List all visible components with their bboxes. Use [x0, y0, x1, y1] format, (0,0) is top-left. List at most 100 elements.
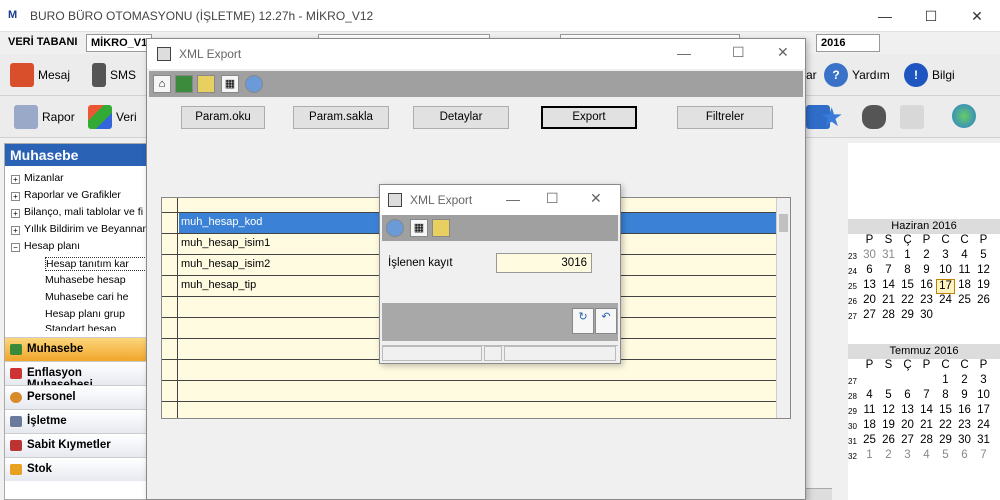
details-button[interactable]: Detaylar	[413, 106, 509, 129]
grid-icon[interactable]	[900, 105, 924, 129]
day-cell[interactable]: 6	[898, 389, 917, 404]
day-cell[interactable]: 13	[860, 279, 879, 294]
day-cell[interactable]: 16	[917, 279, 936, 294]
day-cell[interactable]: 23	[917, 294, 936, 309]
day-cell[interactable]: 26	[974, 294, 993, 309]
day-cell[interactable]: 8	[936, 389, 955, 404]
day-cell[interactable]	[860, 374, 879, 389]
expand-icon[interactable]: +	[11, 209, 20, 218]
day-cell[interactable]: 13	[898, 404, 917, 419]
day-cell[interactable]: 5	[974, 249, 993, 264]
day-cell[interactable]	[955, 309, 974, 324]
help-icon[interactable]	[386, 219, 404, 237]
day-cell[interactable]: 24	[936, 294, 955, 309]
tree-item[interactable]: + Mizanlar	[11, 172, 147, 184]
day-cell[interactable]: 3	[936, 249, 955, 264]
day-cell[interactable]: 21	[917, 419, 936, 434]
subtree-item[interactable]: Standart hesap	[45, 323, 147, 331]
day-cell[interactable]: 18	[955, 279, 974, 294]
grid-scrollbar[interactable]	[776, 198, 790, 418]
day-cell[interactable]: 16	[955, 404, 974, 419]
export-button[interactable]: Export	[541, 106, 637, 129]
day-cell[interactable]	[879, 374, 898, 389]
day-cell[interactable]: 19	[974, 279, 993, 294]
day-cell[interactable]: 19	[879, 419, 898, 434]
collapse-icon[interactable]: −	[11, 243, 20, 252]
grid-cell[interactable]: muh_hesap_isim1	[179, 233, 270, 254]
day-cell[interactable]: 25	[955, 294, 974, 309]
subtree-item[interactable]: Hesap planı grup	[45, 308, 147, 320]
day-cell[interactable]: 5	[879, 389, 898, 404]
day-cell[interactable]: 4	[860, 389, 879, 404]
maximize-button[interactable]: ☐	[732, 44, 745, 61]
day-cell[interactable]: 9	[955, 389, 974, 404]
day-cell[interactable]: 31	[974, 434, 993, 449]
excel-icon[interactable]	[175, 75, 193, 93]
scrollbar-thumb[interactable]	[779, 214, 788, 232]
undo-icon[interactable]: ↶	[595, 308, 617, 334]
day-cell[interactable]: 14	[917, 404, 936, 419]
grid-cell[interactable]: muh_hesap_isim2	[179, 254, 270, 275]
tree-item[interactable]: + Yıllık Bildirim ve Beyannam	[11, 223, 147, 235]
sms-button[interactable]: SMS	[92, 57, 136, 93]
help-icon[interactable]	[245, 75, 263, 93]
day-cell[interactable]: 30	[917, 309, 936, 324]
day-cell[interactable]: 20	[898, 419, 917, 434]
day-cell[interactable]: 1	[860, 449, 879, 464]
day-cell[interactable]: 11	[955, 264, 974, 279]
minimize-button[interactable]: —	[862, 0, 908, 32]
day-cell[interactable]: 24	[974, 419, 993, 434]
partial-button[interactable]: ar	[806, 57, 817, 93]
tree-item[interactable]: + Bilanço, mali tablolar ve fi	[11, 206, 147, 218]
day-cell[interactable]: 15	[898, 279, 917, 294]
db-field[interactable]: MİKRO_V1	[86, 34, 152, 52]
day-cell[interactable]: 31	[879, 249, 898, 264]
day-cell[interactable]: 7	[879, 264, 898, 279]
day-cell[interactable]: 30	[860, 249, 879, 264]
day-cell[interactable]: 2	[955, 374, 974, 389]
day-cell[interactable]: 10	[936, 264, 955, 279]
expand-icon[interactable]: +	[11, 226, 20, 235]
edit-icon[interactable]	[432, 219, 450, 237]
message-button[interactable]: Mesaj	[10, 57, 70, 93]
day-cell[interactable]: 27	[898, 434, 917, 449]
day-cell[interactable]: 25	[860, 434, 879, 449]
report-button[interactable]: Rapor	[14, 99, 75, 135]
day-cell[interactable]: 22	[936, 419, 955, 434]
day-cell[interactable]: 11	[860, 404, 879, 419]
tree-item[interactable]: − Hesap planı	[11, 240, 147, 252]
subtree-item-selected[interactable]: Hesap tanıtım kar	[45, 257, 147, 271]
help-button[interactable]: ? Yardım	[824, 57, 890, 93]
day-cell[interactable]: 21	[879, 294, 898, 309]
refresh-icon[interactable]: ↻	[572, 308, 594, 334]
day-cell[interactable]: 1	[898, 249, 917, 264]
minimize-button[interactable]: —	[506, 191, 520, 207]
day-cell[interactable]	[974, 309, 993, 324]
day-cell[interactable]	[936, 309, 955, 324]
day-cell[interactable]: 28	[879, 309, 898, 324]
edit-icon[interactable]	[197, 75, 215, 93]
expand-icon[interactable]: +	[11, 175, 20, 184]
day-cell[interactable]	[917, 374, 936, 389]
globe-icon[interactable]	[952, 104, 976, 128]
data-button[interactable]: Veri	[88, 99, 137, 135]
day-cell[interactable]: 9	[917, 264, 936, 279]
maximize-button[interactable]: ☐	[908, 0, 954, 32]
day-cell[interactable]: 8	[898, 264, 917, 279]
minimize-button[interactable]: —	[677, 45, 691, 61]
info-button[interactable]: ! Bilgi	[904, 57, 955, 93]
day-cell[interactable]: 12	[879, 404, 898, 419]
day-cell[interactable]: 15	[936, 404, 955, 419]
subtree-item[interactable]: Muhasebe cari he	[45, 291, 147, 303]
day-cell[interactable]: 20	[860, 294, 879, 309]
day-cell[interactable]: 22	[898, 294, 917, 309]
day-cell[interactable]: 26	[879, 434, 898, 449]
module-sabit-kiymetler[interactable]: Sabit Kıymetler	[5, 433, 149, 457]
subtree-item[interactable]: Muhasebe hesap	[45, 274, 147, 286]
day-cell[interactable]: 3	[974, 374, 993, 389]
close-button[interactable]: ✕	[777, 44, 789, 61]
day-cell[interactable]: 2	[917, 249, 936, 264]
day-cell[interactable]: 14	[879, 279, 898, 294]
param-sakla-button[interactable]: Param.sakla	[293, 106, 389, 129]
day-cell[interactable]: 23	[955, 419, 974, 434]
